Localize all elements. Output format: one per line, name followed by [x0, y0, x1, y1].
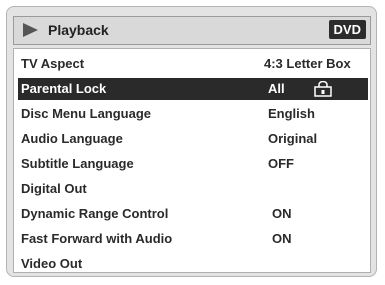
menu-item-fast-forward-audio[interactable]: Fast Forward with Audio ON — [18, 228, 368, 250]
menu-item-value: All — [268, 81, 285, 96]
menu-item-dynamic-range-control[interactable]: Dynamic Range Control ON — [18, 203, 368, 225]
menu-item-value: ON — [272, 231, 292, 246]
menu-item-label: Disc Menu Language — [21, 106, 152, 121]
menu-item-label: Fast Forward with Audio — [21, 231, 173, 246]
menu-item-label: Dynamic Range Control — [21, 206, 169, 221]
menu-item-subtitle-language[interactable]: Subtitle Language OFF — [18, 153, 368, 175]
play-icon — [23, 23, 38, 37]
menu-item-digital-out[interactable]: Digital Out — [18, 178, 368, 200]
menu-item-value: OFF — [268, 156, 294, 171]
menu-item-tv-aspect[interactable]: TV Aspect 4:3 Letter Box — [18, 53, 368, 75]
settings-list: TV Aspect 4:3 Letter Box Parental Lock A… — [13, 48, 371, 273]
menu-item-label: Subtitle Language — [21, 156, 134, 171]
menu-item-parental-lock[interactable]: Parental Lock All — [18, 78, 368, 100]
menu-item-label: Audio Language — [21, 131, 123, 146]
menu-item-value: Original — [268, 131, 318, 146]
menu-item-label: Digital Out — [21, 181, 87, 196]
menu-header: Playback DVD — [13, 16, 371, 45]
menu-item-label: Parental Lock — [21, 81, 107, 96]
menu-item-value: 4:3 Letter Box — [264, 56, 351, 71]
menu-item-value: ON — [272, 206, 292, 221]
menu-item-label: TV Aspect — [21, 56, 85, 71]
menu-item-video-out[interactable]: Video Out — [18, 253, 368, 275]
disc-type-badge: DVD — [328, 20, 366, 39]
page-title: Playback — [48, 22, 109, 38]
menu-item-value: English — [268, 106, 315, 121]
lock-icon — [314, 81, 332, 97]
menu-item-disc-menu-language[interactable]: Disc Menu Language English — [18, 103, 368, 125]
menu-item-audio-language[interactable]: Audio Language Original — [18, 128, 368, 150]
menu-item-label: Video Out — [21, 256, 83, 271]
